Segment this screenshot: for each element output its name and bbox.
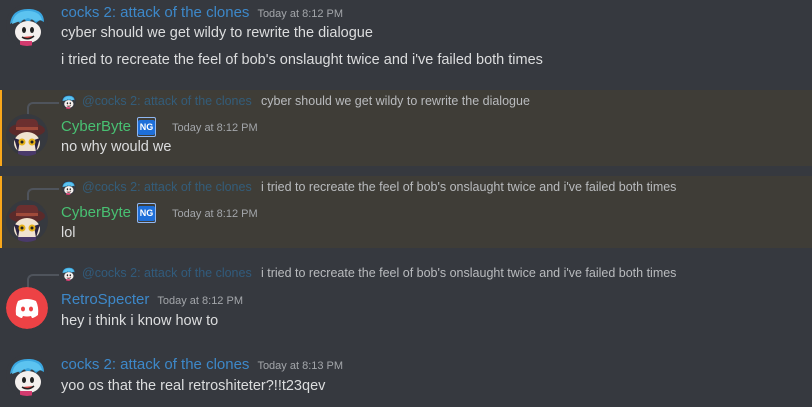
reply-text[interactable]: cyber should we get wildy to rewrite the…	[261, 94, 530, 108]
niko-avatar-icon[interactable]	[6, 114, 48, 156]
bf-avatar-icon[interactable]	[6, 4, 48, 46]
niko-avatar-icon[interactable]	[6, 200, 48, 242]
reply-text[interactable]: i tried to recreate the feel of bob's on…	[261, 180, 676, 194]
message: @cocks 2: attack of the clones i tried t…	[0, 260, 812, 338]
reply-reference[interactable]: @cocks 2: attack of the clones i tried t…	[27, 180, 807, 202]
author-name[interactable]: CyberByte	[61, 118, 131, 135]
bf-avatar-icon[interactable]	[6, 354, 48, 396]
reply-reference[interactable]: @cocks 2: attack of the clones cyber sho…	[27, 94, 727, 116]
message-text: no why would we	[61, 139, 172, 155]
reply-author[interactable]: @cocks 2: attack of the clones	[82, 266, 252, 280]
message-header: cocks 2: attack of the clones Today at 8…	[61, 356, 343, 373]
bf-avatar-icon	[61, 266, 76, 281]
message: cocks 2: attack of the clones Today at 8…	[0, 0, 812, 88]
author-name[interactable]: CyberByte	[61, 204, 131, 221]
reply-text[interactable]: i tried to recreate the feel of bob's on…	[261, 266, 676, 280]
message-header: CyberByte NG Today at 8:12 PM	[61, 117, 258, 137]
message-header: CyberByte NG Today at 8:12 PM	[61, 203, 258, 223]
bf-avatar-icon	[61, 94, 76, 109]
reply-spine	[27, 274, 59, 288]
reply-author[interactable]: @cocks 2: attack of the clones	[82, 94, 252, 108]
timestamp: Today at 8:12 PM	[157, 295, 243, 307]
message-mention: @cocks 2: attack of the clones i tried t…	[0, 176, 812, 248]
author-name[interactable]: RetroSpecter	[61, 291, 149, 308]
message-header: cocks 2: attack of the clones Today at 8…	[61, 4, 343, 21]
message-header: RetroSpecter Today at 8:12 PM	[61, 291, 243, 308]
reply-author[interactable]: @cocks 2: attack of the clones	[82, 180, 252, 194]
bf-avatar-icon	[61, 180, 76, 195]
message-text: yoo os that the real retroshiteter?!!t23…	[61, 378, 326, 394]
ng-badge: NG	[137, 117, 157, 137]
discord-logo-icon[interactable]	[6, 287, 48, 329]
message-text: cyber should we get wildy to rewrite the…	[61, 25, 373, 41]
timestamp: Today at 8:13 PM	[257, 360, 344, 372]
message: cocks 2: attack of the clones Today at 8…	[0, 348, 812, 407]
author-name[interactable]: cocks 2: attack of the clones	[61, 356, 249, 373]
message-text: i tried to recreate the feel of bob's on…	[61, 52, 543, 68]
message-mention: @cocks 2: attack of the clones cyber sho…	[0, 90, 812, 166]
message-text: hey i think i know how to	[61, 313, 219, 329]
timestamp: Today at 8:12 PM	[257, 8, 344, 20]
author-name[interactable]: cocks 2: attack of the clones	[61, 4, 249, 21]
timestamp: Today at 8:12 PM	[172, 122, 258, 134]
reply-reference[interactable]: @cocks 2: attack of the clones i tried t…	[27, 266, 807, 288]
timestamp: Today at 8:12 PM	[172, 208, 258, 220]
ng-badge: NG	[137, 203, 157, 223]
message-text: lol	[61, 225, 76, 241]
